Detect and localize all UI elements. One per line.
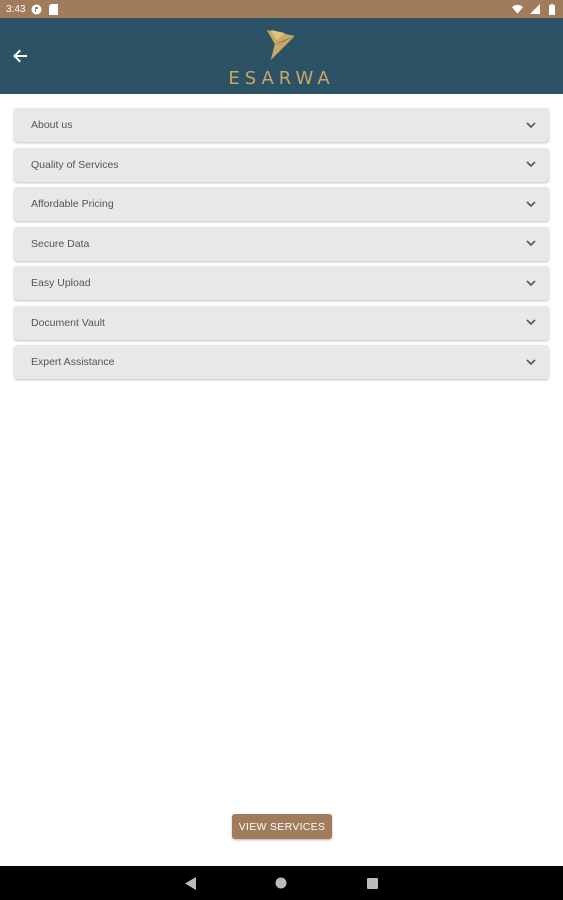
logo-text: ESARWA [228,68,335,89]
accordion-item-label: Document Vault [31,316,105,329]
wifi-icon [512,4,523,15]
nav-recents-button[interactable] [365,876,379,890]
system-nav-bar [0,866,563,900]
nav-home-icon [275,877,287,889]
accordion-item-document-vault[interactable]: Document Vault [14,305,549,340]
chevron-down-icon [525,119,537,131]
chevron-down-icon [525,277,537,289]
sd-card-icon [48,3,59,15]
view-services-button[interactable]: VIEW SERVICES [232,814,332,839]
nav-recents-icon [366,877,378,889]
accordion-item-affordable-pricing[interactable]: Affordable Pricing [14,187,549,221]
chevron-down-icon [525,238,537,250]
accordion-item-secure-data[interactable]: Secure Data [14,226,549,261]
accordion-item-expert-assistance[interactable]: Expert Assistance [14,345,549,379]
status-bar: 3:43 [0,0,563,18]
accordion-item-label: Affordable Pricing [31,198,114,210]
accordion-item-label: Expert Assistance [31,356,115,368]
status-time: 3:43 [6,3,26,15]
nav-back-icon [185,876,196,890]
nav-home-button[interactable] [274,876,288,890]
accordion-item-quality-of-services[interactable]: Quality of Services [14,147,549,182]
back-arrow-icon [13,49,27,63]
accordion-item-easy-upload[interactable]: Easy Upload [14,266,549,300]
esarwa-logo-icon [266,30,295,60]
chevron-down-icon [525,356,537,368]
back-button[interactable] [8,44,32,68]
nav-back-button[interactable] [184,876,198,890]
app-notification-icon [31,4,42,15]
accordion-item-about-us[interactable]: About us [14,108,549,142]
app-logo: ESARWA [228,26,334,89]
accordion-item-label: Quality of Services [31,158,119,171]
accordion-item-label: About us [31,119,73,131]
signal-icon [529,4,540,15]
accordion-list: About us Quality of Services Affordable … [14,108,549,385]
chevron-down-icon [525,317,537,329]
accordion-item-label: Secure Data [31,237,90,250]
chevron-down-icon [525,198,537,210]
battery-icon [546,3,557,15]
app-bar: ESARWA [0,18,563,94]
accordion-item-label: Easy Upload [31,277,91,289]
chevron-down-icon [525,159,537,171]
